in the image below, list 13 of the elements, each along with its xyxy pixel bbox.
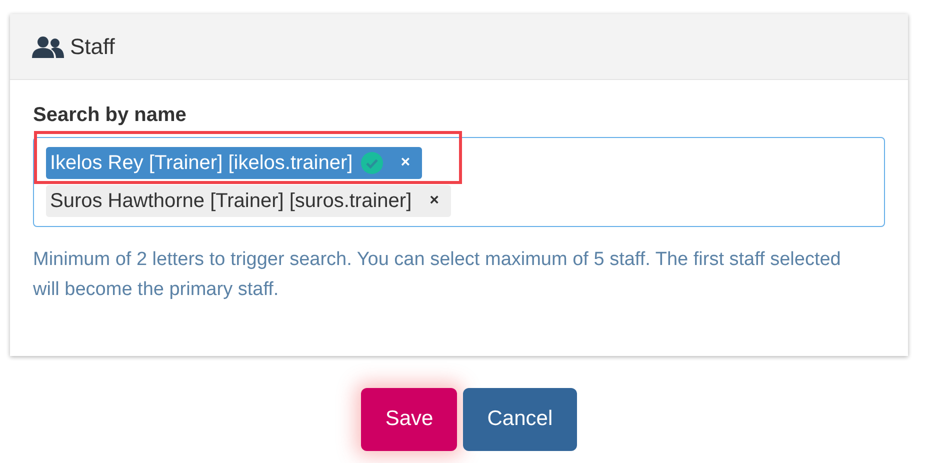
staff-search-field[interactable]: Ikelos Rey [Trainer] [ikelos.trainer] × Suros Hawthorne [Trainer] [suros.trainer] × [33, 137, 885, 227]
tag-text: Ikelos Rey [Trainer] [ikelos.trainer] [50, 152, 353, 174]
field-label: Search by name [33, 104, 188, 127]
staff-tag[interactable]: Suros Hawthorne [Trainer] [suros.trainer] × [46, 185, 451, 217]
cancel-button[interactable]: Cancel [463, 388, 577, 451]
remove-tag-button[interactable]: × [430, 192, 439, 210]
save-button[interactable]: Save [361, 388, 458, 451]
remove-tag-button[interactable]: × [400, 154, 410, 172]
help-text: Minimum of 2 letters to trigger search. You can select maximum of 5 staff. The first staff selected will become the primary staff. [33, 248, 842, 302]
users-icon [32, 36, 64, 58]
staff-tag[interactable]: Ikelos Rey [Trainer] [ikelos.trainer] × [46, 147, 422, 179]
panel-title: Staff [70, 34, 115, 60]
tag-text: Suros Hawthorne [Trainer] [suros.trainer] [50, 190, 412, 212]
